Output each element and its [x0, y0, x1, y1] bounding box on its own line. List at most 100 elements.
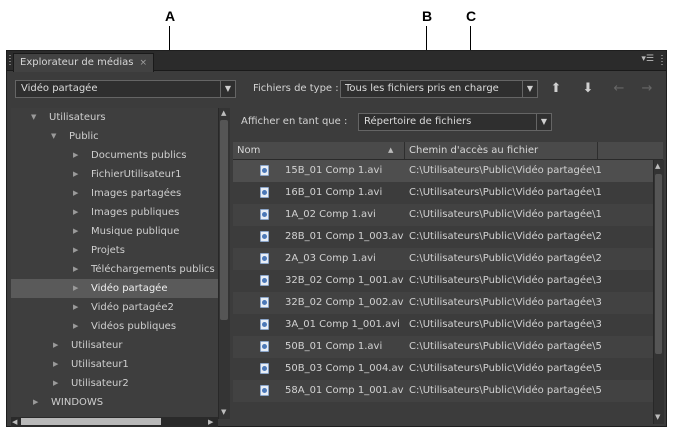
chevron-down-icon[interactable]: ▼: [522, 81, 537, 97]
tree-item-images-publiques[interactable]: ▶ Images publiques: [11, 203, 223, 222]
forward-arrow-icon[interactable]: →: [639, 81, 655, 96]
panel-menu-icon[interactable]: ▾☰: [641, 54, 654, 64]
expanded-triangle-icon[interactable]: ▼: [51, 127, 56, 146]
source-dropdown-value: Vidéo partagée: [21, 83, 98, 94]
collapsed-triangle-icon[interactable]: ▶: [53, 336, 58, 355]
video-file-icon: [260, 385, 269, 396]
tree-item-utilisateur[interactable]: ▶ Utilisateur: [11, 336, 223, 355]
collapsed-triangle-icon[interactable]: ▶: [33, 393, 38, 412]
collapsed-triangle-icon[interactable]: ▶: [73, 241, 78, 260]
video-file-icon: [260, 187, 269, 198]
tree-horizontal-thumb[interactable]: [21, 418, 161, 425]
callout-label-c: C: [466, 8, 477, 24]
table-row[interactable]: 28B_01 Comp 1_003.av C:\Utilisateurs\Publ…: [233, 226, 653, 248]
tree-item-fichierutilisateur1[interactable]: ▶ FichierUtilisateur1: [11, 165, 223, 184]
tree-item-videos-publiques[interactable]: ▶ Vidéos publiques: [11, 317, 223, 336]
scroll-right-icon[interactable]: ▶: [208, 418, 213, 426]
table-row[interactable]: 32B_02 Comp 1_002.av C:\Utilisateurs\Publ…: [233, 292, 653, 314]
panel-tab-bar: Explorateur de médias × ▾☰: [7, 51, 666, 72]
tab-media-browser[interactable]: Explorateur de médias ×: [13, 53, 155, 72]
up-arrow-icon[interactable]: ⬆: [548, 81, 564, 96]
grip-icon[interactable]: [9, 55, 11, 67]
file-table-body: 15B_01 Comp 1.avi C:\Utilisateurs\Public\…: [233, 160, 653, 424]
callout-label-a: A: [165, 8, 176, 24]
video-file-icon: [260, 231, 269, 242]
video-file-icon: [260, 165, 269, 176]
tree-item-documents-publics[interactable]: ▶ Documents publics: [11, 146, 223, 165]
tree-vertical-scrollbar[interactable]: ▲ ▼: [218, 108, 230, 419]
table-row[interactable]: 1A_02 Comp 1.avi C:\Utilisateurs\Public\V…: [233, 204, 653, 226]
scroll-up-icon[interactable]: ▲: [221, 109, 226, 117]
table-row[interactable]: 50B_03 Comp 1_004.av C:\Utilisateurs\Publ…: [233, 358, 653, 380]
collapsed-triangle-icon[interactable]: ▶: [73, 260, 78, 279]
scroll-down-icon[interactable]: ▼: [655, 413, 660, 421]
file-type-dropdown[interactable]: Tous les fichiers pris en charge ▼: [340, 80, 538, 98]
scroll-left-icon[interactable]: ◀: [12, 418, 17, 426]
tree-item-video-partagee2[interactable]: ▶ Vidéo partagée2: [11, 298, 223, 317]
video-file-icon: [260, 253, 269, 264]
scroll-up-icon[interactable]: ▲: [655, 162, 660, 170]
back-arrow-icon[interactable]: ←: [611, 81, 627, 96]
tree-item-images-partagees[interactable]: ▶ Images partagées: [11, 184, 223, 203]
table-row[interactable]: 15B_01 Comp 1.avi C:\Utilisateurs\Public\…: [233, 160, 653, 182]
collapsed-triangle-icon[interactable]: ▶: [73, 203, 78, 222]
view-as-label: Afficher en tant que :: [241, 116, 348, 127]
tree-item-windows[interactable]: ▶ WINDOWS: [11, 393, 223, 412]
tree-item-telechargements-publics[interactable]: ▶ Téléchargements publics: [11, 260, 223, 279]
table-row[interactable]: 16B_01 Comp 1.avi C:\Utilisateurs\Public\…: [233, 182, 653, 204]
video-file-icon: [260, 275, 269, 286]
collapsed-triangle-icon[interactable]: ▶: [73, 317, 78, 336]
video-file-icon: [260, 341, 269, 352]
tree-vertical-thumb[interactable]: [220, 120, 228, 320]
collapsed-triangle-icon[interactable]: ▶: [73, 184, 78, 203]
collapsed-triangle-icon[interactable]: ▶: [73, 298, 78, 317]
collapsed-triangle-icon[interactable]: ▶: [73, 146, 78, 165]
table-row[interactable]: 2A_03 Comp 1.avi C:\Utilisateurs\Public\V…: [233, 248, 653, 270]
media-browser-panel: Explorateur de médias × ▾☰ Vidéo partagée…: [6, 50, 667, 427]
callout-label-b: B: [422, 8, 433, 24]
tree-item-musique-publique[interactable]: ▶ Musique publique: [11, 222, 223, 241]
folder-tree: ▼ Utilisateurs ▼ Public ▶ Documents publics…: [11, 108, 223, 419]
close-icon[interactable]: ×: [139, 58, 147, 68]
collapsed-triangle-icon[interactable]: ▶: [73, 222, 78, 241]
column-header-path[interactable]: Chemin d'accès au fichier: [409, 142, 538, 159]
tree-item-utilisateur2[interactable]: ▶ Utilisateur2: [11, 374, 223, 393]
source-dropdown[interactable]: Vidéo partagée ▼: [15, 80, 236, 98]
view-as-dropdown[interactable]: Répertoire de fichiers ▼: [358, 113, 552, 131]
chevron-down-icon[interactable]: ▼: [220, 81, 235, 97]
file-list-pane: Afficher en tant que : Répertoire de fic…: [231, 108, 664, 424]
chevron-down-icon[interactable]: ▼: [536, 114, 551, 130]
collapsed-triangle-icon[interactable]: ▶: [73, 279, 78, 298]
video-file-icon: [260, 363, 269, 374]
tree-horizontal-scrollbar[interactable]: ◀ ▶: [11, 417, 218, 427]
video-file-icon: [260, 319, 269, 330]
table-vertical-scrollbar[interactable]: ▲ ▼: [653, 160, 664, 424]
tree-item-projets[interactable]: ▶ Projets: [11, 241, 223, 260]
table-vertical-thumb[interactable]: [655, 174, 662, 354]
tree-item-public[interactable]: ▼ Public: [11, 127, 223, 146]
tree-item-utilisateur1[interactable]: ▶ Utilisateur1: [11, 355, 223, 374]
tree-item-utilisateurs[interactable]: ▼ Utilisateurs: [11, 108, 223, 127]
table-row[interactable]: 58A_01 Comp 1_001.av C:\Utilisateurs\Publ…: [233, 380, 653, 402]
file-table-header: Nom ▲ Chemin d'accès au fichier: [233, 142, 663, 160]
column-header-name[interactable]: Nom: [237, 142, 260, 159]
grip-icon-right[interactable]: [661, 55, 663, 67]
file-type-label: Fichiers de type :: [253, 83, 339, 94]
tree-item-video-partagee[interactable]: ▶ Vidéo partagée: [11, 279, 223, 298]
column-divider[interactable]: [597, 142, 598, 159]
collapsed-triangle-icon[interactable]: ▶: [53, 374, 58, 393]
file-type-value: Tous les fichiers pris en charge: [345, 83, 499, 94]
collapsed-triangle-icon[interactable]: ▶: [53, 355, 58, 374]
video-file-icon: [260, 209, 269, 220]
column-divider[interactable]: [404, 142, 405, 159]
view-as-value: Répertoire de fichiers: [364, 116, 472, 127]
video-file-icon: [260, 297, 269, 308]
table-row[interactable]: 3A_01 Comp 1_001.avi C:\Utilisateurs\Publ…: [233, 314, 653, 336]
collapsed-triangle-icon[interactable]: ▶: [73, 165, 78, 184]
down-arrow-icon[interactable]: ⬇: [580, 81, 596, 96]
table-row[interactable]: 32B_02 Comp 1_001.av C:\Utilisateurs\Publ…: [233, 270, 653, 292]
table-row[interactable]: 50B_01 Comp 1.avi C:\Utilisateurs\Public\…: [233, 336, 653, 358]
scroll-down-icon[interactable]: ▼: [221, 408, 226, 416]
expanded-triangle-icon[interactable]: ▼: [31, 108, 36, 127]
sort-ascending-icon[interactable]: ▲: [388, 142, 393, 159]
